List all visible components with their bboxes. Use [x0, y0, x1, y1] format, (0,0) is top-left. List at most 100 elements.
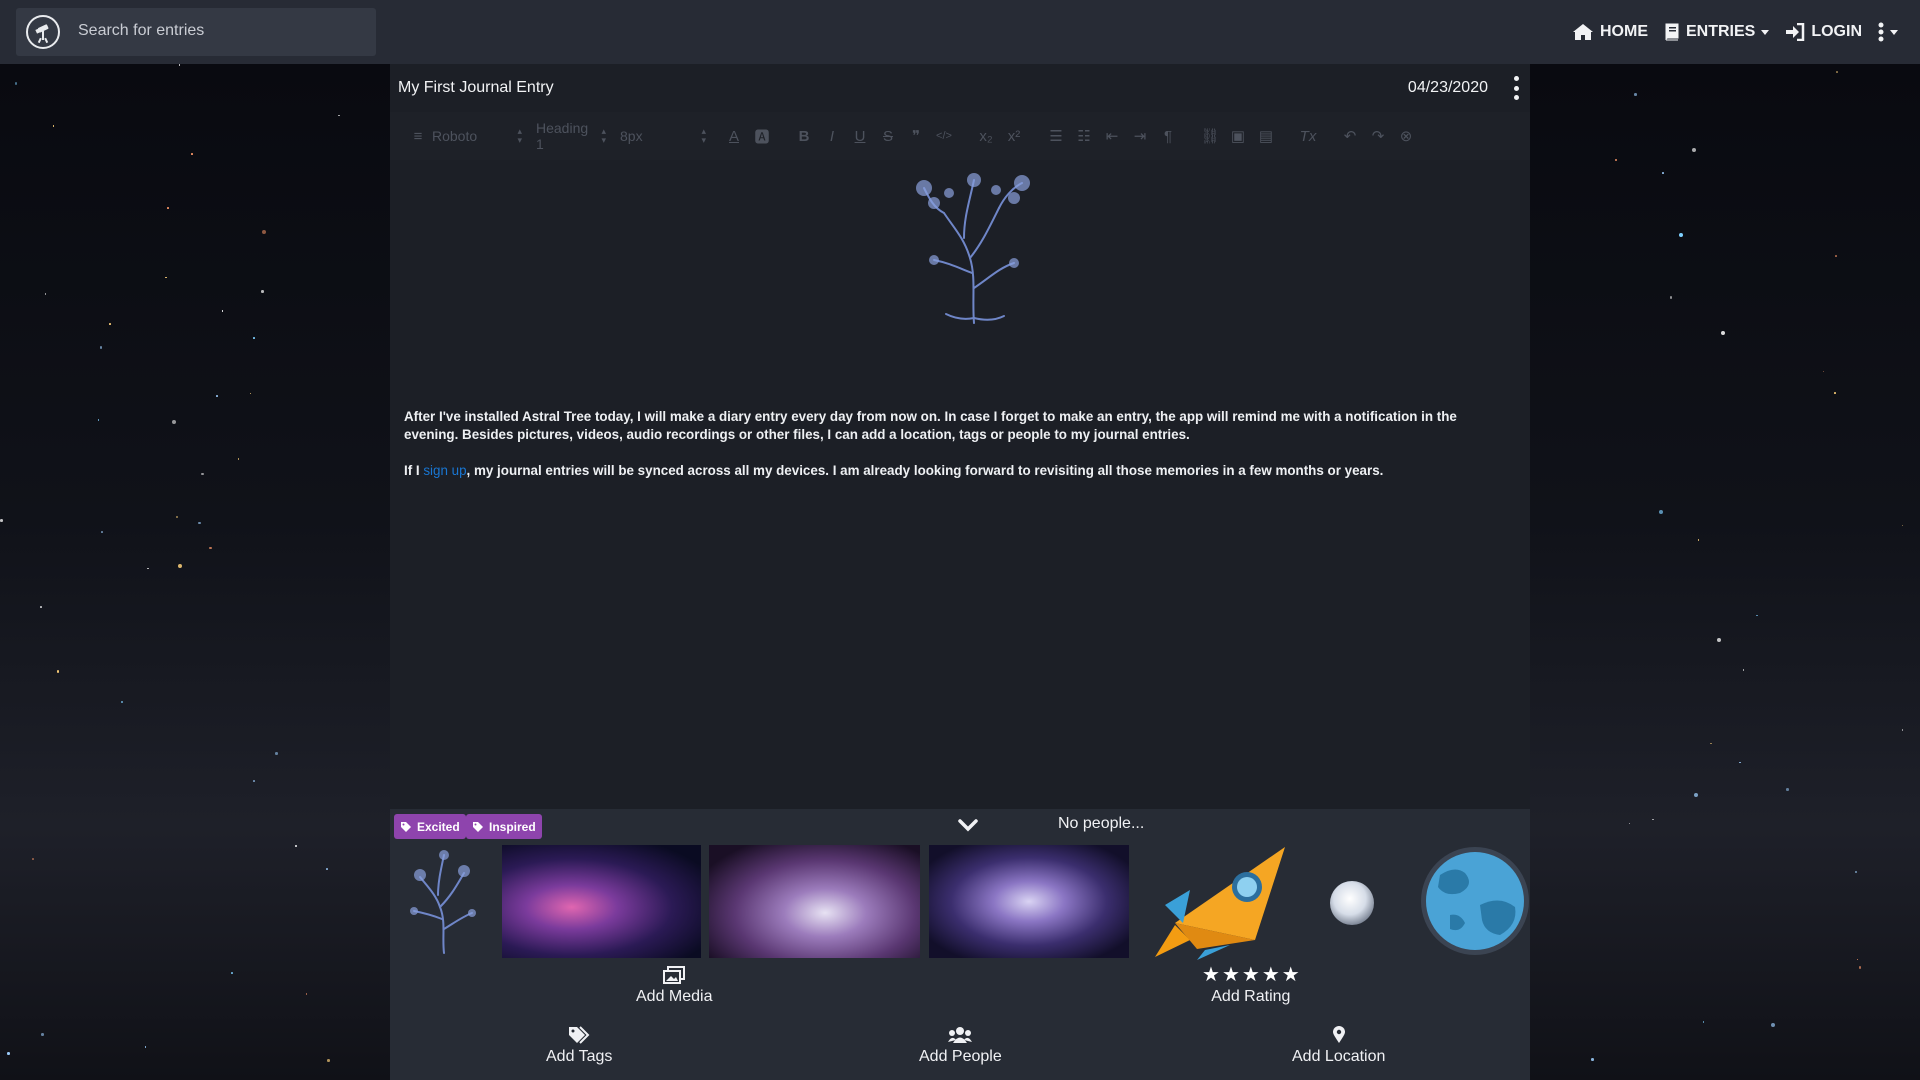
image-icon[interactable]: ▣ [1224, 127, 1252, 145]
ordered-list-icon[interactable]: ☰ [1042, 127, 1070, 145]
star-decoration [327, 1059, 330, 1062]
main-nav: HOME ENTRIES LOGIN [1572, 0, 1898, 64]
star-decoration [1614, 158, 1618, 162]
underline-icon[interactable]: U [846, 128, 874, 145]
tag-inspired[interactable]: Inspired [466, 814, 542, 839]
top-navbar: Search for entries HOME ENTRIES LOGIN [0, 0, 1920, 64]
star-decoration [1742, 669, 1745, 671]
redo-icon[interactable]: ↷ [1364, 127, 1392, 145]
star-decoration [326, 867, 329, 870]
size-select[interactable]: 8px ▴ ▾ [620, 127, 706, 145]
add-rating-button[interactable]: ★ ★ ★ ★ ★ Add Rating [1202, 965, 1300, 1006]
tags-icon [569, 1026, 590, 1044]
star-decoration [147, 567, 149, 570]
star-decoration [40, 606, 42, 609]
text-direction-icon[interactable]: ¶ [1154, 128, 1182, 145]
bold-icon[interactable]: B [790, 128, 818, 145]
star-icon[interactable]: ★ [1282, 965, 1300, 985]
nav-entries[interactable]: ENTRIES [1664, 23, 1770, 41]
blockquote-icon[interactable]: ❞ [902, 127, 930, 145]
font-color-icon[interactable]: A [720, 128, 748, 145]
code-icon[interactable]: </> [930, 130, 958, 142]
star-decoration [32, 858, 34, 860]
star-decoration [1833, 392, 1836, 394]
star-icon[interactable]: ★ [1222, 965, 1240, 985]
add-people-label: Add People [919, 1048, 1002, 1065]
subscript-icon[interactable]: x₂ [972, 128, 1000, 145]
link-icon[interactable]: ⛓ [1196, 127, 1224, 145]
star-icon[interactable]: ★ [1202, 965, 1220, 985]
star-icon[interactable]: ★ [1242, 965, 1260, 985]
star-decoration [1756, 614, 1758, 617]
font-select-value: Roboto [432, 128, 478, 144]
add-people-button[interactable]: Add People [919, 1026, 1002, 1066]
search-box[interactable]: Search for entries [16, 8, 376, 56]
search-input[interactable]: Search for entries [78, 22, 204, 40]
entry-options-button[interactable] [1512, 76, 1520, 100]
add-rating-label: Add Rating [1211, 988, 1291, 1005]
star-decoration [237, 458, 240, 460]
collapse-chevron-icon[interactable] [958, 817, 978, 833]
nav-entries-label: ENTRIES [1685, 23, 1756, 40]
star-decoration [1822, 370, 1825, 373]
heading-select-value: Heading 1 [536, 120, 589, 152]
planet-illustration[interactable] [1420, 845, 1530, 957]
star-decoration [275, 752, 278, 755]
clear-format-icon[interactable]: Tx [1294, 128, 1322, 145]
star-decoration [1591, 1058, 1594, 1061]
heading-select[interactable]: Heading 1 ▴ ▾ [536, 120, 606, 152]
nebula-photo-1[interactable] [502, 845, 701, 958]
chevron-down-icon [1761, 29, 1770, 35]
login-icon [1786, 23, 1805, 41]
star-decoration [14, 82, 18, 85]
star-decoration [1669, 296, 1673, 299]
entry-date[interactable]: 04/23/2020 [1408, 79, 1488, 97]
star-decoration [201, 472, 204, 476]
font-select[interactable]: Roboto ▴ ▾ [432, 127, 522, 145]
rating-stars[interactable]: ★ ★ ★ ★ ★ [1202, 965, 1300, 985]
chevron-down-icon [1890, 29, 1898, 35]
add-tags-button[interactable]: Add Tags [546, 1026, 612, 1066]
star-decoration [1854, 870, 1858, 874]
star-decoration [99, 346, 103, 349]
add-media-label: Add Media [636, 988, 713, 1005]
tag-excited[interactable]: Excited [394, 814, 466, 839]
star-decoration [1739, 761, 1742, 764]
add-media-button[interactable]: Add Media [636, 966, 713, 1006]
clear-icon[interactable]: ⊗ [1392, 127, 1420, 145]
superscript-icon[interactable]: x² [1000, 128, 1028, 145]
moon-illustration[interactable] [1330, 881, 1374, 925]
sign-up-link[interactable]: sign up [423, 463, 466, 478]
size-select-value: 8px [620, 128, 643, 144]
bullet-list-icon[interactable]: ☷ [1070, 127, 1098, 145]
indent-icon[interactable]: ⇥ [1126, 127, 1154, 145]
star-decoration [1901, 524, 1904, 527]
star-decoration [294, 844, 298, 848]
nebula-photo-3[interactable] [929, 845, 1129, 958]
outdent-icon[interactable]: ⇤ [1098, 127, 1126, 145]
highlight-icon[interactable]: 🅰 [748, 126, 776, 147]
images-icon [663, 966, 686, 984]
star-decoration [1628, 822, 1631, 825]
star-decoration [1658, 509, 1663, 514]
star-decoration [1786, 788, 1789, 791]
align-icon[interactable]: ≡ [404, 128, 432, 145]
star-decoration [262, 230, 267, 235]
italic-icon[interactable]: I [818, 128, 846, 145]
star-decoration [41, 1033, 44, 1036]
nebula-photo-2[interactable] [709, 845, 920, 958]
rocket-illustration[interactable] [1135, 845, 1295, 960]
add-location-button[interactable]: Add Location [1292, 1026, 1385, 1066]
undo-icon[interactable]: ↶ [1336, 127, 1364, 145]
astral-tree-image [916, 173, 1030, 324]
entry-title[interactable]: My First Journal Entry [398, 79, 554, 97]
star-icon[interactable]: ★ [1262, 965, 1280, 985]
nav-home[interactable]: HOME [1572, 23, 1648, 41]
strikethrough-icon[interactable]: S [874, 128, 902, 145]
video-icon[interactable]: ▤ [1252, 127, 1280, 145]
star-decoration [1697, 539, 1700, 541]
more-menu-button[interactable] [1878, 22, 1898, 42]
astral-tree-thumbnail[interactable] [398, 847, 490, 957]
nav-login[interactable]: LOGIN [1785, 23, 1862, 41]
star-decoration [97, 419, 100, 421]
